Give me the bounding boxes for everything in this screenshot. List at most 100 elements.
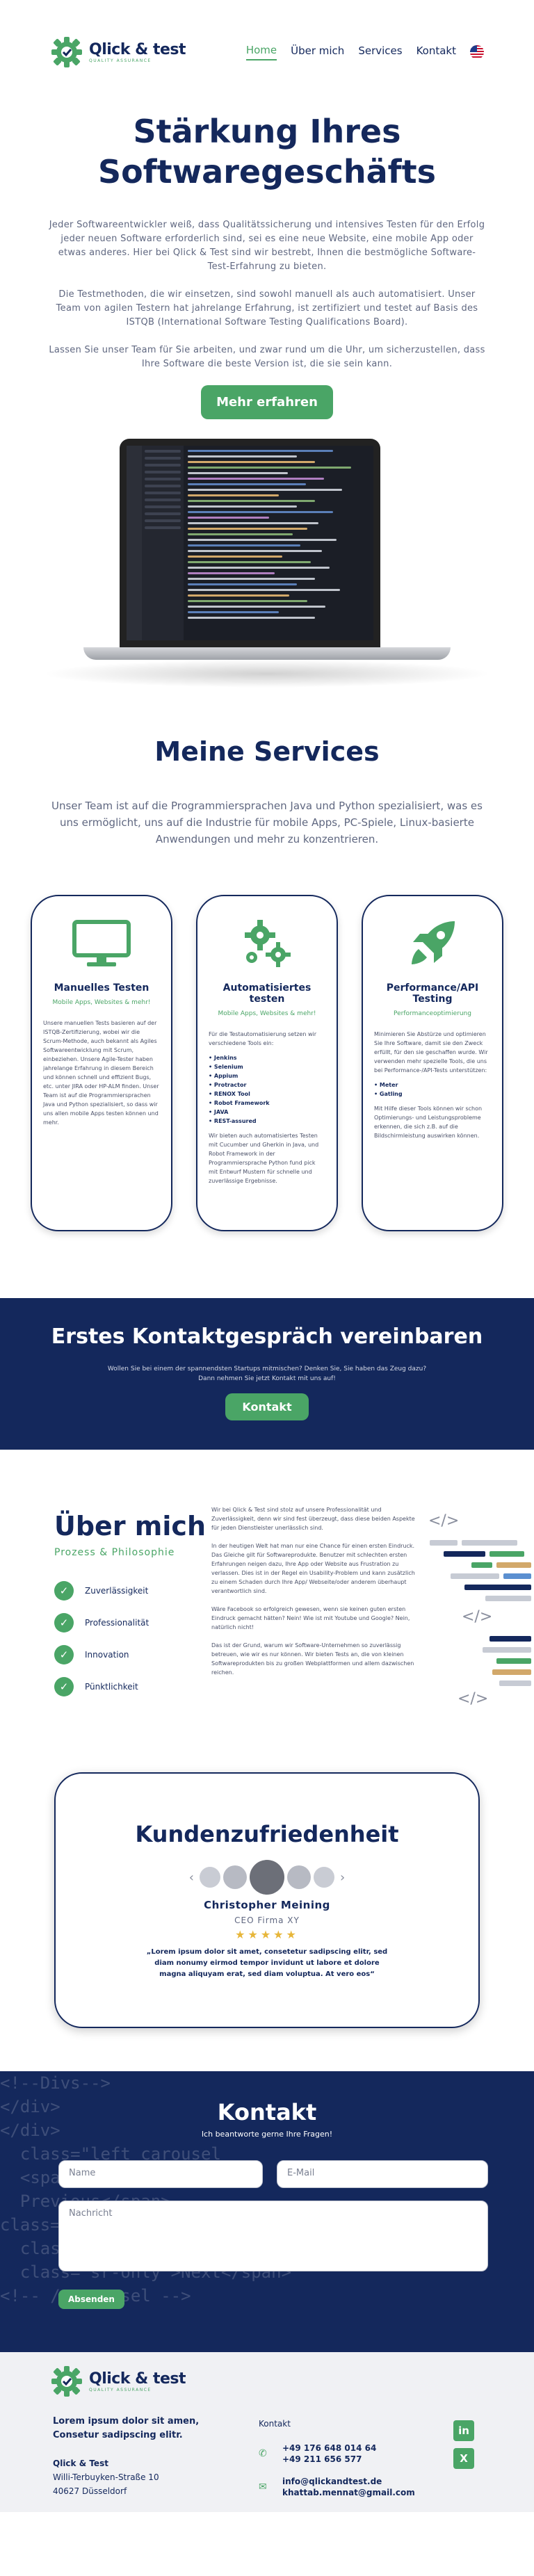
list-item: ✓ Zuverlässigkeit bbox=[54, 1575, 149, 1607]
value-label: Innovation bbox=[85, 1650, 129, 1660]
code-tag-icon: </> bbox=[458, 1690, 489, 1708]
values-list: ✓ Zuverlässigkeit ✓ Professionalität ✓ Inno… bbox=[54, 1575, 149, 1703]
list-item: RENOX Tool bbox=[209, 1089, 325, 1099]
us-flag-icon[interactable] bbox=[470, 45, 484, 59]
brand-tagline: QUALITY ASSURANCE bbox=[89, 58, 152, 63]
footer-slogan: Lorem ipsum dolor sit amen, Consetur sad… bbox=[53, 2415, 199, 2443]
footer-address: Qlick & Test Willi-Terbuyken-Straße 10 4… bbox=[53, 2456, 159, 2498]
avatar[interactable] bbox=[287, 1865, 311, 1889]
list-item: ✓ Innovation bbox=[54, 1639, 149, 1671]
phone-icon: ✆ bbox=[259, 2448, 267, 2459]
card-text: Wir bieten auch automatisiertes Testen m… bbox=[209, 1133, 319, 1184]
card-title: Performance/API Testing bbox=[386, 982, 479, 1005]
city: 40627 Düsseldorf bbox=[53, 2486, 127, 2496]
band-text: Wollen Sie bei einem der spannendsten St… bbox=[107, 1366, 427, 1372]
brand-name: Qlick & test bbox=[89, 2370, 186, 2388]
hero-text: Jeder Softwareentwickler weiß, dass Qual… bbox=[0, 218, 534, 371]
chevron-right-icon[interactable]: › bbox=[340, 1870, 345, 1885]
hero-paragraph: Die Testmethoden, die wir einsetzen, sin… bbox=[56, 289, 478, 327]
company-name: Qlick & Test bbox=[53, 2458, 108, 2468]
contact-label: Kontakt bbox=[259, 2419, 291, 2429]
list-item: Gatling bbox=[374, 1089, 491, 1099]
avatar-carousel: ‹ › bbox=[56, 1860, 478, 1895]
services-title: Meine Services bbox=[154, 736, 380, 767]
card-subtitle: Mobile Apps, Websites & mehr! bbox=[218, 1010, 316, 1017]
value-label: Pünktlichkeit bbox=[85, 1682, 138, 1692]
footer-contact: Kontakt ✆ +49 176 648 014 64 +49 211 656… bbox=[259, 2419, 415, 2498]
star-rating: ★★★★★ bbox=[235, 1928, 299, 1941]
chevron-left-icon[interactable]: ‹ bbox=[189, 1870, 194, 1885]
card-title: Automatisiertes testen bbox=[222, 982, 312, 1005]
phone-link[interactable]: +49 176 648 014 64 bbox=[282, 2443, 376, 2454]
code-illustration: </> </> </> bbox=[423, 1512, 534, 1721]
testimonial-role: CEO Firma XY bbox=[234, 1915, 300, 1925]
nav-services[interactable]: Services bbox=[358, 44, 402, 60]
name-field[interactable]: Name bbox=[58, 2160, 263, 2188]
nav-home[interactable]: Home bbox=[245, 44, 277, 60]
linkedin-icon[interactable]: in bbox=[453, 2420, 474, 2441]
service-card-automated: Automatisiertes testen Mobile Apps, Webs… bbox=[196, 895, 338, 1231]
monitor-icon bbox=[72, 920, 131, 966]
nav-about[interactable]: Über mich bbox=[291, 44, 344, 60]
about-title: Über mich bbox=[54, 1511, 206, 1541]
avatar[interactable] bbox=[200, 1867, 220, 1888]
about-section: Über mich Prozess & Philosophie ✓ Zuverlä… bbox=[0, 1450, 534, 1769]
site-footer: Qlick & test QUALITY ASSURANCE Lorem ips… bbox=[0, 2352, 534, 2512]
about-paragraph: Wir bei Qlick & Test sind stolz auf unse… bbox=[211, 1507, 415, 1531]
list-item: Meter bbox=[374, 1080, 491, 1089]
hero-title-line2: Softwaregeschäfts bbox=[97, 153, 437, 191]
email-link[interactable]: info@qlickandtest.de bbox=[282, 2476, 415, 2487]
contact-button[interactable]: Kontakt bbox=[225, 1393, 309, 1420]
services-intro: Unser Team ist auf die Programmiersprach… bbox=[51, 800, 483, 845]
testimonial-name: Christopher Meining bbox=[204, 1899, 330, 1911]
service-card-manual: Manuelles Testen Mobile Apps, Websites &… bbox=[31, 895, 172, 1231]
contact-title: Kontakt bbox=[217, 2099, 317, 2125]
card-text: Unsere manuellen Tests basieren auf der … bbox=[43, 1020, 159, 1126]
value-label: Professionalität bbox=[85, 1618, 149, 1628]
list-item: REST-assured bbox=[209, 1117, 325, 1126]
slogan-line: Consetur sadipscing elitr. bbox=[53, 2430, 183, 2440]
street: Willi-Terbuyken-Straße 10 bbox=[53, 2472, 159, 2482]
value-label: Zuverlässigkeit bbox=[85, 1586, 149, 1596]
slogan-line: Lorem ipsum dolor sit amen, bbox=[53, 2416, 200, 2427]
avatar[interactable] bbox=[314, 1867, 334, 1888]
card-subtitle: Mobile Apps, Websites & mehr! bbox=[52, 999, 151, 1006]
site-header: Qlick & test QUALITY ASSURANCE Home Über… bbox=[0, 0, 534, 104]
list-item: Protractor bbox=[209, 1080, 325, 1089]
card-text: Minimieren Sie Abstürze und optimieren S… bbox=[374, 1031, 488, 1074]
testimonial-title: Kundenzufriedenheit bbox=[135, 1821, 399, 1847]
nav-contact[interactable]: Kontakt bbox=[416, 44, 456, 60]
logo[interactable]: Qlick & test QUALITY ASSURANCE bbox=[50, 35, 186, 69]
service-card-performance: Performance/API Testing Performanceoptim… bbox=[362, 895, 503, 1231]
list-item: Appium bbox=[209, 1071, 325, 1080]
email-link[interactable]: khattab.mennat@gmail.com bbox=[282, 2487, 415, 2498]
gears-icon bbox=[245, 920, 291, 967]
hero-paragraph: Lassen Sie unser Team für Sie arbeiten, … bbox=[49, 345, 485, 369]
submit-button[interactable]: Absenden bbox=[58, 2290, 124, 2309]
xing-icon[interactable]: X bbox=[453, 2448, 474, 2469]
code-tag-icon: </> bbox=[428, 1512, 460, 1530]
check-icon: ✓ bbox=[54, 1581, 74, 1601]
list-item: Jenkins bbox=[209, 1053, 325, 1062]
band-text: Dann nehmen Sie jetzt Kontakt mit uns au… bbox=[198, 1375, 336, 1382]
message-field[interactable]: Nachricht bbox=[58, 2201, 488, 2271]
testimonial-card: Kundenzufriedenheit ‹ › Christopher Mein… bbox=[54, 1772, 480, 2028]
card-text: Mit Hilfe dieser Tools können wir schon … bbox=[374, 1105, 483, 1139]
contact-section: <!--Divs--> </div> </div> class="left ca… bbox=[0, 2071, 534, 2352]
check-icon: ✓ bbox=[54, 1613, 74, 1633]
card-text: Für die Testautomatisierung setzen wir v… bbox=[209, 1031, 317, 1046]
phone-link[interactable]: +49 211 656 577 bbox=[282, 2454, 376, 2465]
list-item: ✓ Pünktlichkeit bbox=[54, 1671, 149, 1703]
email-field[interactable]: E-Mail bbox=[277, 2160, 488, 2188]
about-paragraph: In der heutigen Welt hat man nur eine Ch… bbox=[211, 1543, 415, 1594]
avatar[interactable] bbox=[223, 1865, 247, 1889]
learn-more-button[interactable]: Mehr erfahren bbox=[201, 385, 333, 419]
testimonial-quote: „Lorem ipsum dolor sit amet, consetetur … bbox=[146, 1948, 388, 1978]
about-subtitle: Prozess & Philosophie bbox=[54, 1547, 175, 1558]
footer-logo[interactable]: Qlick & test QUALITY ASSURANCE bbox=[50, 2365, 186, 2398]
services-section: Meine Services Unser Team ist auf die Pr… bbox=[0, 736, 534, 1231]
about-text: Wir bei Qlick & Test sind stolz auf unse… bbox=[211, 1505, 421, 1686]
avatar[interactable] bbox=[250, 1860, 284, 1895]
page: Qlick & test QUALITY ASSURANCE Home Über… bbox=[0, 0, 534, 2576]
contact-subtitle: Ich beantworte gerne Ihre Fragen! bbox=[201, 2130, 333, 2139]
